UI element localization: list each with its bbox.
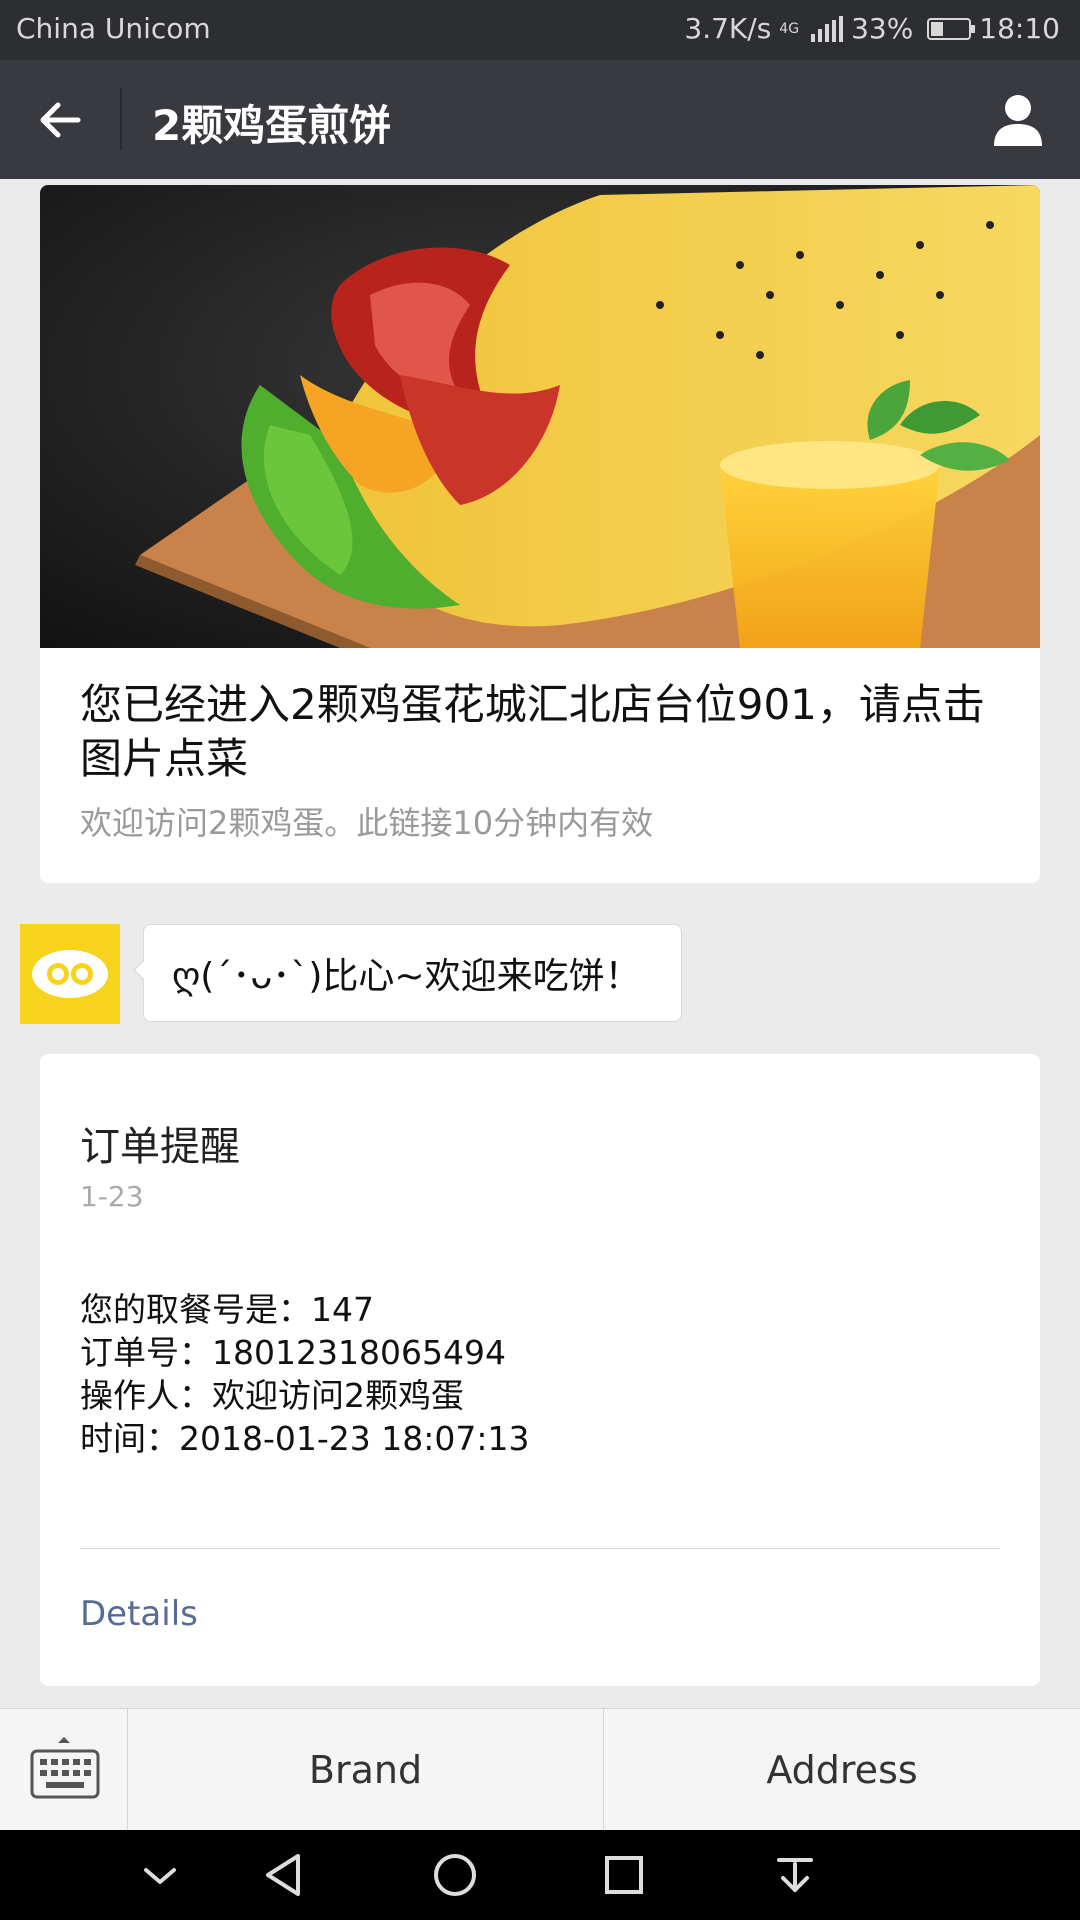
triangle-back-icon [266, 1854, 300, 1896]
order-details-text: 您的取餐号是：147 订单号：18012318065494 操作人：欢迎访问2颗… [80, 1288, 529, 1460]
notification-pull-button[interactable] [765, 1850, 825, 1900]
hide-keyboard-button[interactable] [130, 1850, 190, 1900]
avatar[interactable] [20, 924, 120, 1024]
profile-button[interactable] [986, 88, 1050, 152]
details-link[interactable]: Details [80, 1594, 198, 1634]
back-button[interactable] [30, 90, 90, 150]
square-recents-icon [605, 1856, 643, 1894]
title-bar: 2颗鸡蛋煎饼 [0, 60, 1080, 179]
article-card[interactable]: 您已经进入2颗鸡蛋花城汇北店台位901，请点击图片点菜 欢迎访问2颗鸡蛋。此链接… [40, 185, 1040, 883]
circle-home-icon [434, 1854, 476, 1896]
article-description: 欢迎访问2颗鸡蛋。此链接10分钟内有效 [80, 804, 654, 842]
time-line: 时间：2018-01-23 18:07:13 [80, 1419, 530, 1458]
order-title: 订单提醒 [80, 1124, 240, 1170]
menu-address-label: Address [766, 1747, 918, 1792]
signal-icon [811, 15, 844, 42]
brand-logo-icon [20, 924, 120, 1024]
battery-percent: 33% [851, 12, 914, 45]
order-date: 1-23 [80, 1180, 144, 1213]
order-card[interactable]: 订单提醒 1-23 您的取餐号是：147 订单号：18012318065494 … [40, 1054, 1040, 1686]
chat-message-text: ღ(´･ᴗ･`)比心~欢迎来吃饼！ [172, 956, 641, 997]
keyboard-toggle-button[interactable] [0, 1709, 128, 1830]
cover-image[interactable] [40, 185, 1040, 648]
chat-bubble: ღ(´･ᴗ･`)比心~欢迎来吃饼！ [133, 924, 682, 1022]
back-nav-button[interactable] [254, 1850, 314, 1900]
battery-icon [927, 17, 976, 40]
article-title: 您已经进入2颗鸡蛋花城汇北店台位901，请点击图片点菜 [80, 680, 985, 783]
person-icon [994, 95, 1042, 146]
pickup-number-line: 您的取餐号是：147 [80, 1290, 374, 1329]
system-nav-bar [0, 1830, 1080, 1920]
order-number-line: 订单号：18012318065494 [80, 1333, 506, 1372]
title-separator [120, 88, 122, 150]
menu-address[interactable]: Address [604, 1709, 1080, 1830]
clock: 18:10 [979, 12, 1060, 45]
pull-down-icon [777, 1858, 813, 1892]
keyboard-icon [30, 1737, 100, 1799]
arrow-left-icon [40, 102, 81, 138]
network-type: 4G [779, 20, 800, 37]
recents-nav-button[interactable] [594, 1850, 654, 1900]
divider [80, 1548, 1000, 1549]
network-speed: 3.7K/s [684, 12, 772, 45]
bottom-menu: Brand Address [0, 1708, 1080, 1830]
menu-brand-label: Brand [308, 1747, 423, 1792]
carrier-label: China Unicom [16, 12, 211, 45]
operator-line: 操作人：欢迎访问2颗鸡蛋 [80, 1376, 464, 1415]
menu-brand[interactable]: Brand [128, 1709, 604, 1830]
status-right: 3.7K/s 4G 33% 18:10 [684, 12, 1060, 45]
chevron-down-icon [144, 1868, 176, 1884]
status-bar: China Unicom 3.7K/s 4G 33% 18:10 [0, 0, 1080, 60]
page-title: 2颗鸡蛋煎饼 [152, 101, 392, 150]
home-nav-button[interactable] [425, 1850, 485, 1900]
